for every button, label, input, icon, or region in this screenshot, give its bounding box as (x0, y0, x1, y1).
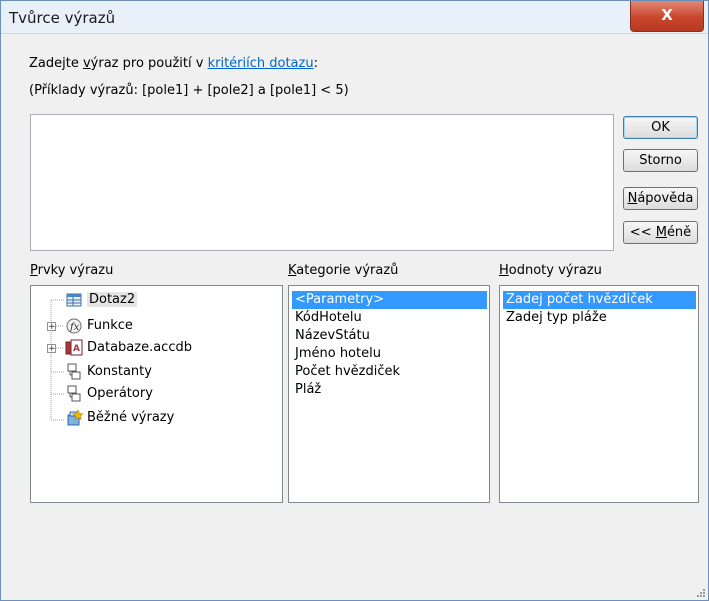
criteria-link[interactable]: kritériích dotazu (208, 56, 314, 71)
resize-grip-icon[interactable] (696, 588, 706, 598)
elements-accesskey: P (30, 263, 38, 278)
database-icon: A (65, 339, 83, 356)
elements-header: Prvky výrazu (30, 263, 113, 278)
category-item[interactable]: NázevStátu (292, 327, 373, 345)
less-label-rest: éně (666, 225, 692, 240)
close-button[interactable]: X (630, 1, 704, 32)
instruction-mid: ýraz pro použití v (90, 56, 208, 71)
tree-item-common-expressions[interactable]: Běžné výrazy (65, 408, 174, 428)
category-item[interactable]: Jméno hotelu (292, 345, 384, 363)
tree-item-label: Konstanty (87, 364, 152, 379)
instruction-accesskey: v (82, 56, 91, 71)
category-item[interactable]: KódHotelu (292, 309, 365, 327)
expression-builder-window: Tvůrce výrazů X Zadejte výraz pro použit… (0, 0, 709, 601)
value-item[interactable]: Zadej počet hvězdiček (503, 291, 696, 309)
expand-database-icon[interactable]: + (47, 344, 56, 354)
tree-item-database[interactable]: A Databaze.accdb (65, 338, 192, 358)
value-item[interactable]: Zadej typ pláže (503, 309, 610, 327)
tree-item-constants[interactable]: Konstanty (65, 362, 152, 382)
expression-categories-list[interactable]: <Parametry> KódHotelu NázevStátu Jméno h… (288, 285, 490, 503)
expression-input[interactable] (30, 114, 614, 251)
categories-header-rest: ategorie výrazů (296, 263, 399, 278)
tree-item-label: Běžné výrazy (87, 410, 175, 425)
expression-elements-tree[interactable]: Dotaz2 + fx Funkce + A Databaze.accdb Ko… (30, 285, 283, 503)
svg-text:fx: fx (69, 322, 80, 333)
common-expressions-icon (67, 409, 83, 426)
function-icon: fx (66, 318, 82, 334)
expand-functions-icon[interactable]: + (47, 322, 56, 332)
expression-values-list[interactable]: Zadej počet hvězdiček Zadej typ pláže (499, 285, 699, 503)
examples-text: (Příklady výrazů: [pole1] + [pole2] a [p… (29, 83, 349, 98)
help-button[interactable]: Nápověda (623, 187, 698, 210)
tree-item-operators[interactable]: Operátory (65, 384, 153, 404)
query-icon (66, 293, 82, 307)
tree-item-label: Dotaz2 (87, 292, 138, 307)
help-label-rest: ápověda (637, 191, 694, 206)
tree-item-label: Databaze.accdb (87, 340, 192, 355)
tree-item-query[interactable]: Dotaz2 (65, 290, 138, 310)
instruction-suffix: : (313, 56, 318, 71)
values-header-rest: odnoty výrazu (508, 263, 602, 278)
category-item[interactable]: Počet hvězdiček (292, 363, 403, 381)
window-title: Tvůrce výrazů (9, 9, 116, 27)
less-prefix: << (629, 225, 656, 240)
tree-item-label: Funkce (87, 318, 133, 333)
categories-header: Kategorie výrazů (288, 263, 398, 278)
values-accesskey: H (499, 263, 509, 278)
less-accesskey: M (655, 225, 667, 240)
category-item[interactable]: Pláž (292, 381, 324, 399)
tree-item-label: Operátory (87, 386, 153, 401)
ok-button[interactable]: OK (623, 116, 698, 139)
instruction-prefix: Zadejte (29, 56, 83, 71)
elements-header-rest: rvky výrazu (37, 263, 114, 278)
constants-icon (67, 363, 81, 380)
tree-item-functions[interactable]: fx Funkce (65, 316, 133, 336)
category-item[interactable]: <Parametry> (292, 291, 487, 309)
operators-icon (67, 385, 81, 402)
svg-text:A: A (73, 344, 80, 354)
values-header: Hodnoty výrazu (499, 263, 602, 278)
instruction-text: Zadejte výraz pro použití v kritériích d… (29, 56, 318, 71)
less-button[interactable]: << Méně (623, 221, 698, 244)
title-bar[interactable]: Tvůrce výrazů X (1, 1, 708, 34)
cancel-button[interactable]: Storno (623, 149, 698, 172)
help-accesskey: N (627, 191, 638, 206)
